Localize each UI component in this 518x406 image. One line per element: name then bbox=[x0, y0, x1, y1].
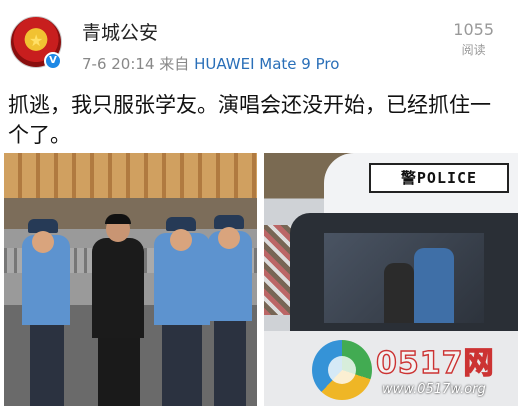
device-link[interactable]: HUAWEI Mate 9 Pro bbox=[194, 55, 339, 73]
verified-badge-icon: V bbox=[44, 52, 62, 70]
officer-center bbox=[154, 217, 210, 325]
site-logo-icon bbox=[312, 340, 372, 400]
post-text: 抓逃，我只服张学友。演唱会还没开始，已经抓住一个了。 bbox=[8, 93, 491, 147]
watermark-url: www.0517w.org bbox=[382, 382, 486, 397]
officer-left bbox=[22, 219, 70, 325]
stadium-stands bbox=[4, 153, 257, 198]
post-date: 7-6 20:14 bbox=[82, 55, 155, 73]
officer-center-legs bbox=[162, 325, 202, 406]
officer-right bbox=[208, 215, 252, 321]
suspect-legs bbox=[98, 338, 140, 406]
suspect-in-van bbox=[384, 263, 414, 323]
read-count: 1055 阅读 bbox=[453, 20, 494, 58]
officer-left-legs bbox=[30, 325, 64, 406]
read-count-label: 阅读 bbox=[461, 43, 486, 57]
officer-right-legs bbox=[214, 321, 246, 406]
police-emblem-icon: ★ bbox=[29, 31, 44, 50]
post-photo-arrest[interactable] bbox=[4, 153, 257, 406]
watermark-brand: 0517网 bbox=[375, 345, 495, 381]
police-sign: 警POLICE bbox=[369, 163, 509, 193]
account-name[interactable]: 青城公安 bbox=[82, 18, 158, 45]
read-count-number: 1055 bbox=[453, 20, 494, 39]
site-watermark: 0517网 www.0517w.org bbox=[312, 336, 512, 404]
from-label: 来自 bbox=[159, 55, 190, 73]
suspect bbox=[92, 214, 144, 338]
post-meta: 7-6 20:14 来自 HUAWEI Mate 9 Pro bbox=[82, 53, 339, 74]
officer-in-van bbox=[414, 248, 454, 323]
